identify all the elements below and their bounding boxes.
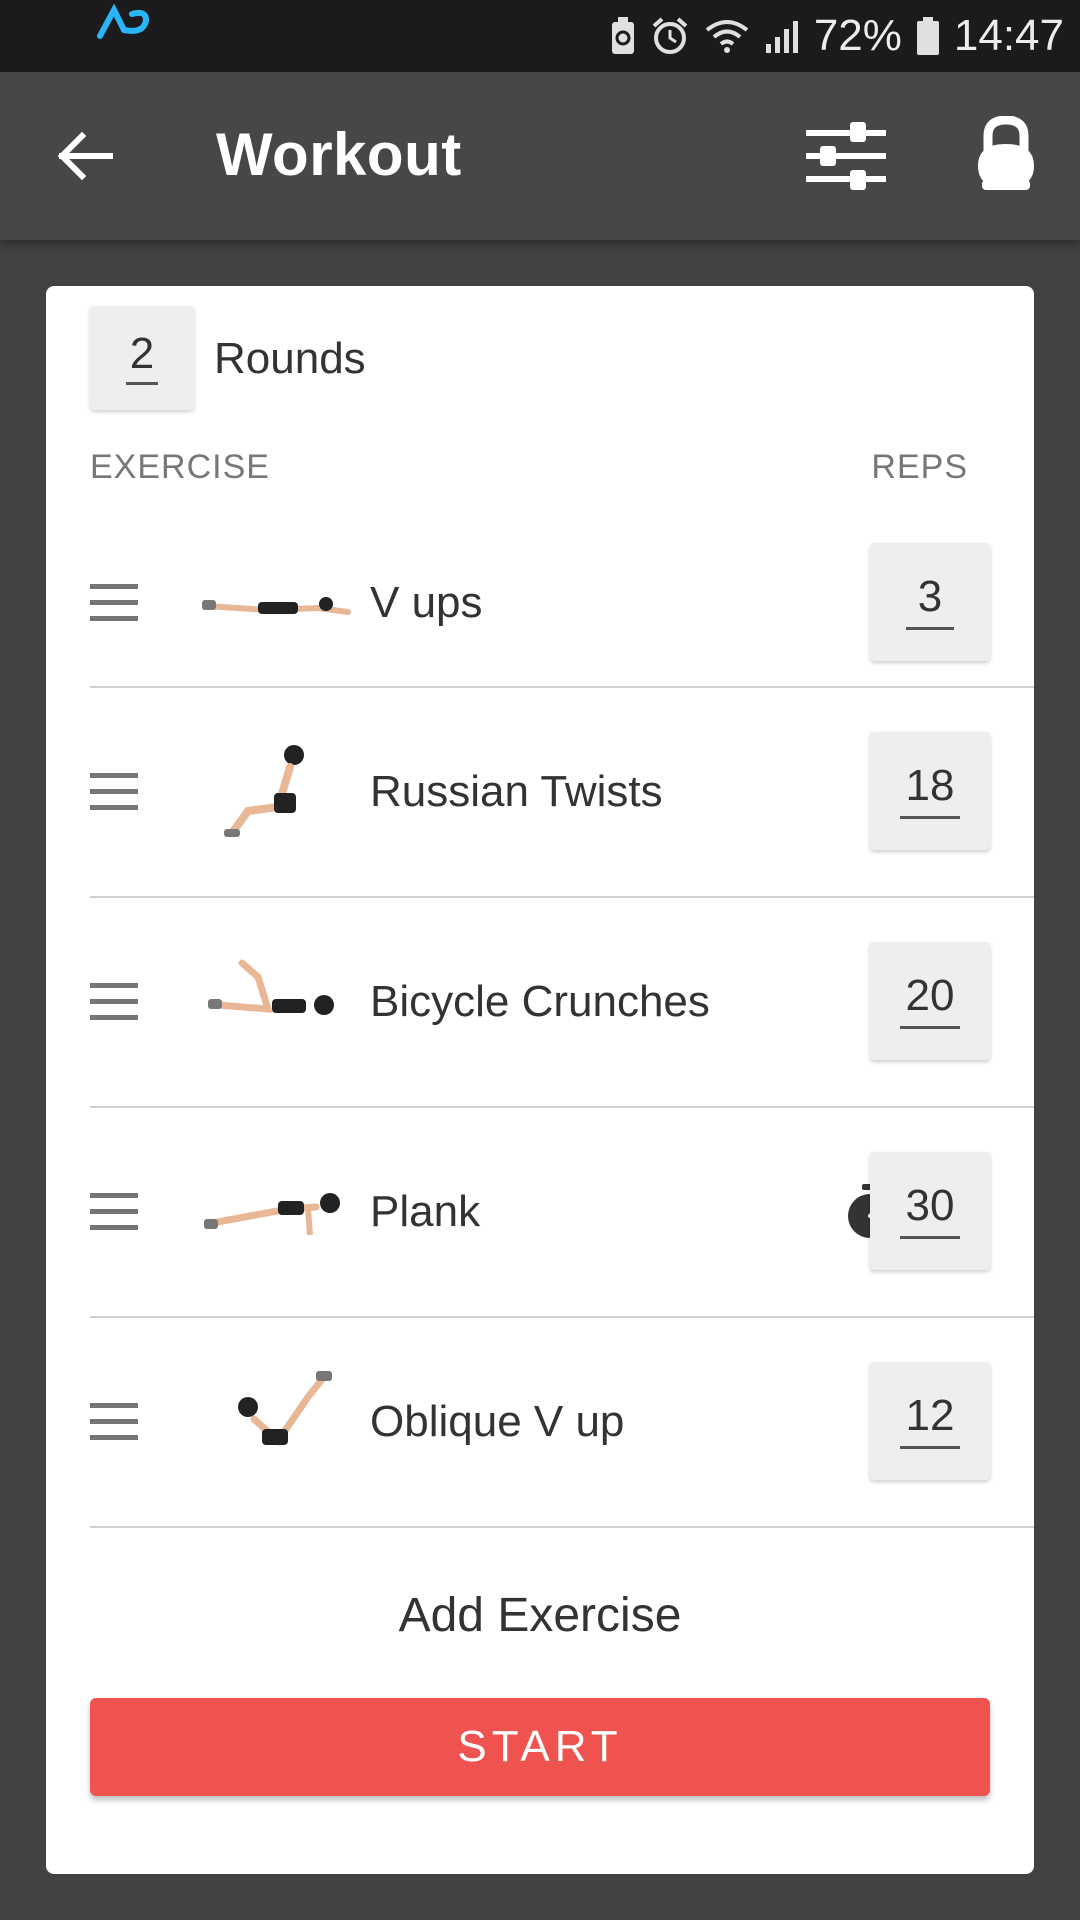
exercise-column-header: EXERCISE [90,448,270,486]
plank-illustration [204,1193,340,1236]
exercise-name: Russian Twists [370,767,663,816]
exercise-row[interactable]: Russian Twists 18 [90,688,1034,898]
start-button[interactable]: START [90,1698,990,1796]
drag-handle-icon[interactable] [90,1193,138,1231]
signal-icon [765,21,798,53]
clock: 14:47 [953,11,1064,60]
russian-twists-illustration [224,745,304,837]
exercise-name: Bicycle Crunches [370,977,710,1026]
reps-input[interactable]: 30 [870,1152,990,1270]
exercise-name: Plank [370,1187,481,1236]
reps-value[interactable]: 12 [899,1393,961,1449]
back-arrow-icon[interactable] [52,124,116,188]
exercise-list: V ups 3 Russian Twists 18 Bicycle Crunch… [46,520,1034,1528]
reps-input[interactable]: 3 [870,543,990,661]
battery-icon [916,17,939,55]
reps-input[interactable]: 18 [870,732,990,850]
exercise-row[interactable]: Plank 30 [90,1108,1034,1318]
page-title: Workout [216,121,462,188]
exercise-row[interactable]: Bicycle Crunches 20 [90,898,1034,1108]
filter-sliders-icon[interactable] [806,122,886,190]
app-bar: Workout [0,72,1080,240]
exercise-name: V ups [370,578,483,627]
reps-input[interactable]: 20 [870,942,990,1060]
reps-value[interactable]: 3 [906,574,954,630]
recycle-battery-icon [611,17,634,54]
exercise-row[interactable]: V ups 3 [90,520,1034,688]
drag-handle-icon[interactable] [90,584,138,622]
add-exercise-button[interactable]: Add Exercise [46,1588,1034,1643]
reps-input[interactable]: 12 [870,1362,990,1480]
exercise-name: Oblique V up [370,1397,625,1446]
alarm-icon [652,17,688,54]
rounds-label: Rounds [214,334,366,383]
exercise-row[interactable]: Oblique V up 12 [90,1318,1034,1528]
reps-column-header: REPS [871,448,968,486]
drag-handle-icon[interactable] [90,773,138,811]
oblique-v-up-illustration [238,1371,332,1447]
wifi-icon [705,20,749,53]
rounds-value[interactable]: 2 [125,331,159,385]
drag-handle-icon[interactable] [90,983,138,1021]
status-bar: 72% 14:47 [0,0,1080,72]
v-ups-illustration [202,597,351,615]
battery-percent: 72% [813,11,902,60]
bicycle-crunches-illustration [208,959,334,1015]
app-logo-icon [97,4,150,39]
reps-value[interactable]: 20 [899,973,961,1029]
status-icons: 72% 14:47 [610,10,1064,62]
kettlebell-icon[interactable] [974,116,1038,192]
drag-handle-icon[interactable] [90,1403,138,1441]
workout-card: 2 Rounds EXERCISE REPS V ups 3 Russian T… [46,286,1034,1874]
rounds-input[interactable]: 2 [90,306,194,410]
reps-value[interactable]: 18 [899,763,961,819]
reps-value[interactable]: 30 [899,1183,961,1239]
